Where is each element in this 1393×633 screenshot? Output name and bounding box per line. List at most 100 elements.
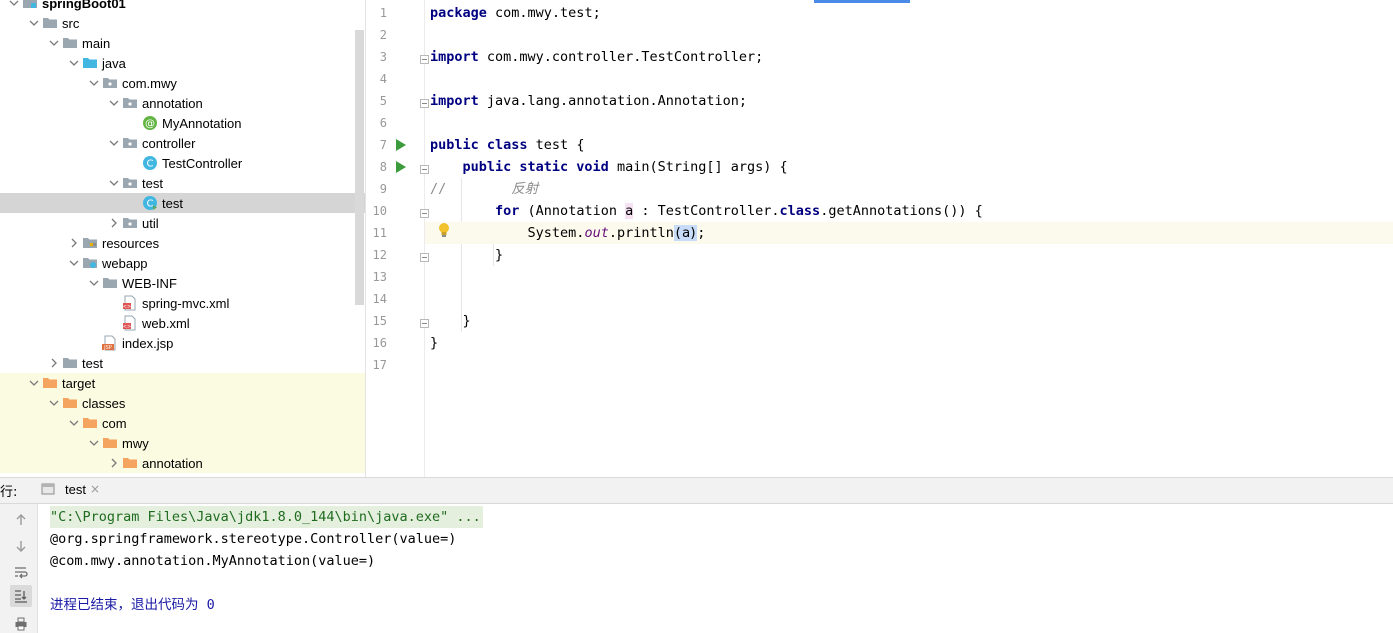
down-arrow-icon[interactable] — [13, 538, 29, 554]
code-line[interactable]: for (Annotation a : TestController.class… — [425, 200, 1393, 222]
code-token: : TestController. — [633, 203, 780, 219]
line-number: 17 — [372, 358, 387, 372]
tree-item-test[interactable]: test — [0, 173, 355, 193]
tree-item-label: com.mwy — [122, 75, 177, 91]
code-token: package — [430, 5, 487, 21]
tree-item-label: TestController — [162, 155, 243, 171]
tree-item-label: controller — [142, 135, 196, 151]
tree-item-util[interactable]: util — [0, 213, 355, 233]
code-line[interactable] — [425, 266, 1393, 288]
print-icon[interactable] — [13, 616, 29, 632]
tree-item-test[interactable]: test — [0, 353, 355, 373]
chevron-down-icon[interactable] — [26, 373, 42, 393]
tree-item-label: com — [102, 415, 127, 431]
tree-item-src[interactable]: src — [0, 13, 355, 33]
tree-item-target[interactable]: target — [0, 373, 365, 393]
code-line[interactable]: public class test { — [425, 134, 1393, 156]
chevron-down-icon[interactable] — [66, 413, 82, 433]
chevron-right-icon[interactable] — [46, 353, 62, 373]
line-number: 7 — [379, 138, 387, 152]
code-token: com.mwy.controller.TestController; — [478, 49, 764, 65]
package-icon — [102, 75, 118, 91]
run-tab-test[interactable]: test × — [34, 478, 108, 504]
editor-gutter[interactable]: 1 2 3 4 5 6 7 8 9 10 11 12 13 14 15 16 17 — [367, 0, 429, 477]
chevron-down-icon[interactable] — [106, 93, 122, 113]
run-gutter-icon[interactable] — [396, 139, 406, 151]
chevron-down-icon[interactable] — [46, 33, 62, 53]
folder-icon — [102, 275, 118, 291]
code-line[interactable]: public static void main(String[] args) { — [425, 156, 1393, 178]
code-line[interactable]: } — [425, 310, 1393, 332]
tree-item-springboot01[interactable]: springBoot01 — [0, 0, 355, 13]
chevron-down-icon[interactable] — [66, 53, 82, 73]
excluded-folder-icon — [102, 435, 118, 451]
code-line[interactable] — [425, 112, 1393, 134]
close-icon[interactable]: × — [90, 482, 100, 496]
tree-item-test[interactable]: Ctest — [0, 193, 365, 213]
code-line[interactable] — [425, 354, 1393, 376]
line-number: 14 — [372, 292, 387, 306]
tree-item-annotation[interactable]: annotation — [0, 453, 365, 473]
up-arrow-icon[interactable] — [13, 512, 29, 528]
chevron-down-icon[interactable] — [86, 433, 102, 453]
code-line[interactable]: import java.lang.annotation.Annotation; — [425, 90, 1393, 112]
excluded-folder-icon — [62, 395, 78, 411]
code-line[interactable] — [425, 68, 1393, 90]
scroll-to-end-icon[interactable] — [10, 585, 32, 607]
run-gutter-icon[interactable] — [396, 161, 406, 173]
code-token: com.mwy.test; — [486, 5, 601, 21]
chevron-right-icon[interactable] — [106, 453, 122, 473]
tree-item-index-jsp[interactable]: JSP index.jsp — [0, 333, 355, 353]
code-token: 反射 — [446, 181, 539, 197]
tree-item-label: test — [162, 195, 183, 211]
line-number: 9 — [379, 182, 387, 196]
code-line[interactable]: import com.mwy.controller.TestController… — [425, 46, 1393, 68]
code-line[interactable]: System.out.println(a); — [425, 222, 1393, 244]
chevron-down-icon[interactable] — [46, 393, 62, 413]
tree-item-java[interactable]: java — [0, 53, 355, 73]
code-line[interactable]: // 反射 — [425, 178, 1393, 200]
chevron-down-icon[interactable] — [106, 173, 122, 193]
tree-item-main[interactable]: main — [0, 33, 355, 53]
chevron-down-icon[interactable] — [6, 0, 22, 13]
tree-item-mwy[interactable]: mwy — [0, 433, 365, 453]
chevron-down-icon[interactable] — [106, 133, 122, 153]
run-console[interactable]: "C:\Program Files\Java\jdk1.8.0_144\bin\… — [39, 504, 1393, 633]
tree-item-label: index.jsp — [122, 335, 174, 351]
code-area[interactable]: package com.mwy.test; import com.mwy.cont… — [425, 0, 1393, 477]
tree-item-webapp[interactable]: webapp — [0, 253, 355, 273]
chevron-down-icon[interactable] — [26, 13, 42, 33]
code-token: import — [430, 93, 479, 109]
tree-item-com[interactable]: com — [0, 413, 365, 433]
tree-item-com-mwy[interactable]: com.mwy — [0, 73, 355, 93]
code-line[interactable]: package com.mwy.test; — [425, 2, 1393, 24]
tree-item-label: web.xml — [142, 315, 190, 331]
tree-item-annotation[interactable]: annotation — [0, 93, 355, 113]
soft-wrap-icon[interactable] — [13, 564, 29, 580]
code-line[interactable]: } — [425, 244, 1393, 266]
code-line[interactable] — [425, 24, 1393, 46]
runnable-class-icon: C — [142, 195, 158, 211]
tree-scrollbar[interactable] — [355, 30, 364, 305]
tree-item-testcontroller[interactable]: C TestController — [0, 153, 355, 173]
code-line[interactable]: } — [425, 332, 1393, 354]
chevron-down-icon[interactable] — [86, 73, 102, 93]
tree-item-web-xml[interactable]: <> web.xml — [0, 313, 355, 333]
chevron-right-icon[interactable] — [106, 213, 122, 233]
tree-item-resources[interactable]: resources — [0, 233, 355, 253]
chevron-down-icon[interactable] — [66, 253, 82, 273]
svg-text:<>: <> — [123, 304, 131, 310]
code-editor[interactable]: 1 2 3 4 5 6 7 8 9 10 11 12 13 14 15 16 17 package com.mw… — [367, 0, 1393, 477]
tree-item-controller[interactable]: controller — [0, 133, 355, 153]
chevron-right-icon[interactable] — [66, 233, 82, 253]
tree-item-web-inf[interactable]: WEB-INF — [0, 273, 355, 293]
svg-text:@: @ — [145, 119, 155, 130]
chevron-down-icon[interactable] — [86, 273, 102, 293]
tree-item-classes[interactable]: classes — [0, 393, 365, 413]
lightbulb-icon[interactable] — [437, 222, 451, 238]
tree-item-myannotation[interactable]: @ MyAnnotation — [0, 113, 355, 133]
code-line[interactable] — [425, 288, 1393, 310]
tree-item-spring-mvc-xml[interactable]: <> spring-mvc.xml — [0, 293, 355, 313]
annotation-icon: @ — [142, 115, 158, 131]
module-icon — [22, 0, 38, 11]
